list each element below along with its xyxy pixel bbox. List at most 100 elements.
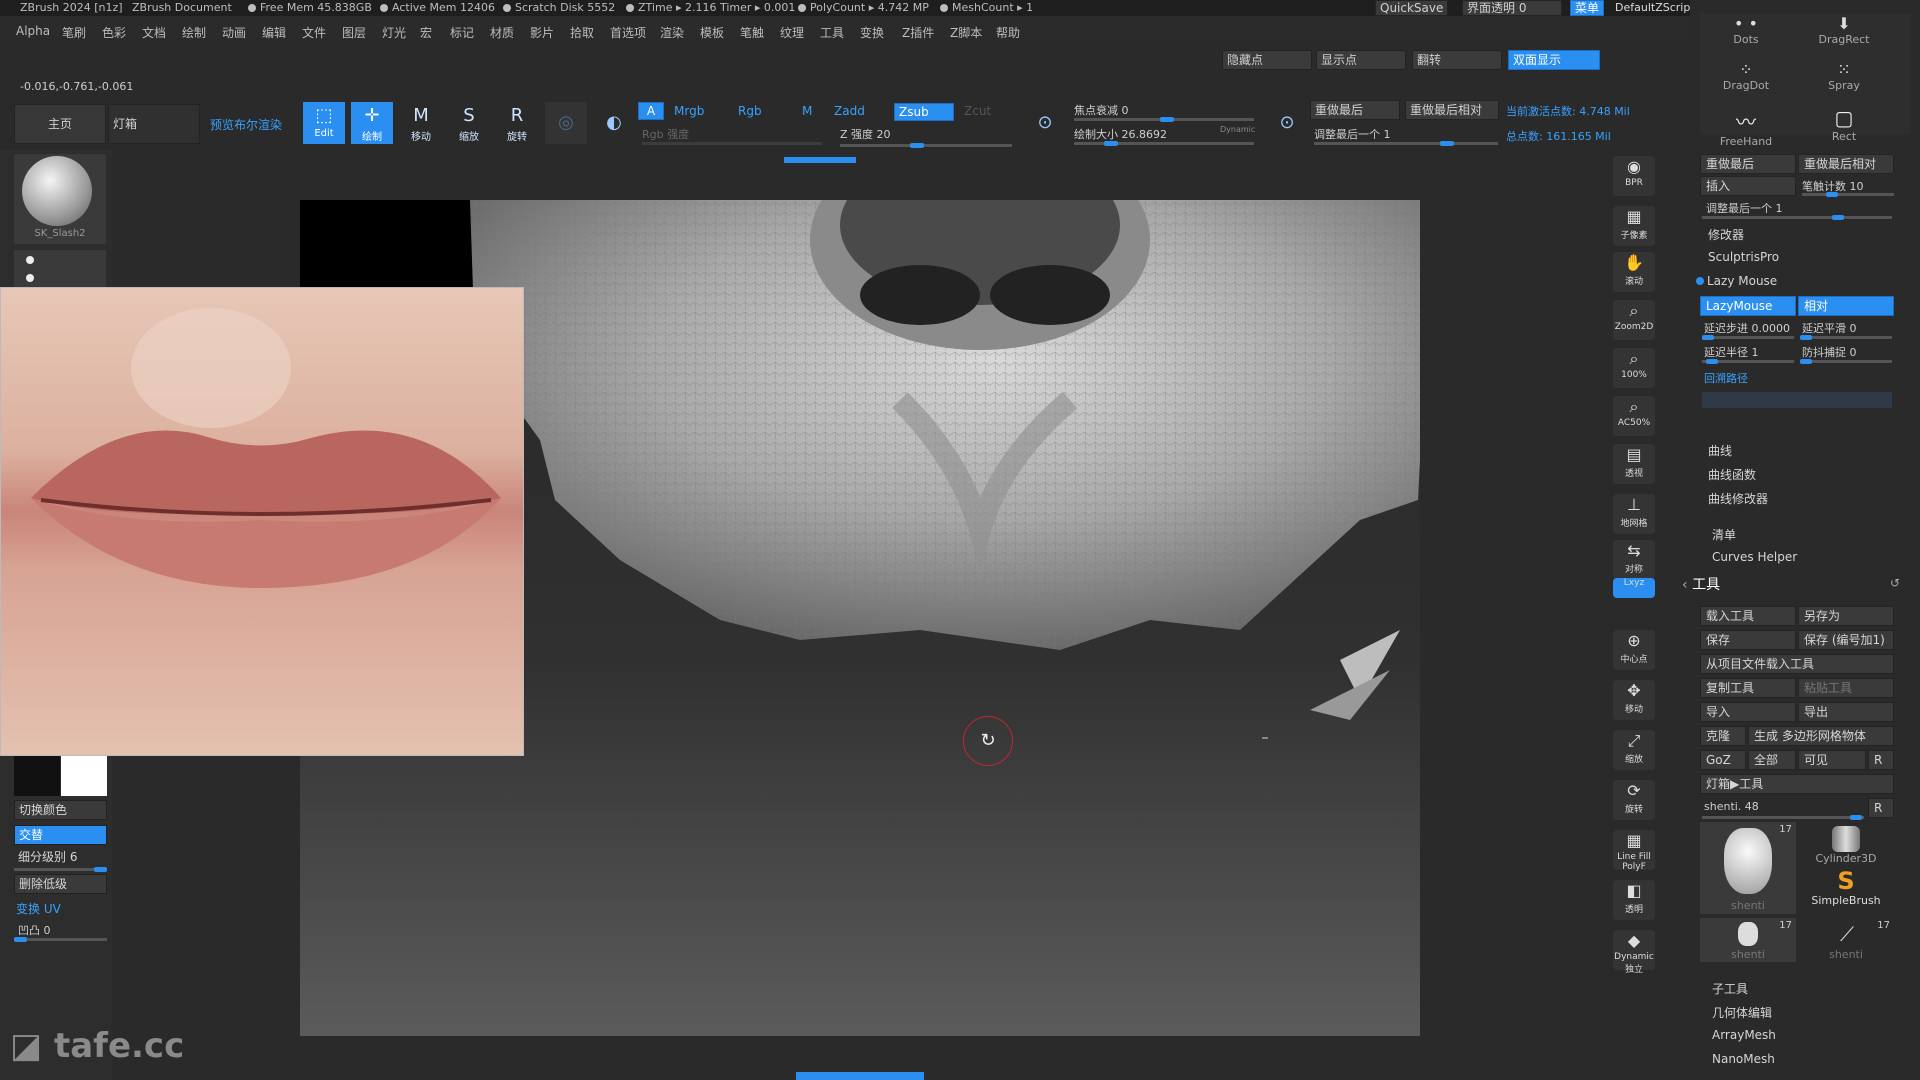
adjust-last-slider[interactable]: 调整最后一个 1: [1314, 126, 1391, 142]
backtrack-slider[interactable]: 防抖捕捉 0: [1802, 344, 1857, 360]
transform-uv-button[interactable]: 变换 UV: [16, 900, 61, 917]
menu-item[interactable]: 拾取: [570, 24, 594, 41]
rgb-intensity-slider[interactable]: Rgb 强度: [642, 126, 689, 142]
a-toggle[interactable]: A: [638, 102, 664, 120]
adjust-last-track-r[interactable]: [1702, 215, 1892, 220]
list-section[interactable]: 清单: [1712, 526, 1736, 543]
adjust-last-slider-r[interactable]: 调整最后一个 1: [1706, 200, 1783, 216]
stroke-dragdot[interactable]: ⁘ DragDot: [1700, 60, 1792, 102]
curve-functions-section[interactable]: 曲线函数: [1708, 466, 1756, 483]
make-polymesh-button[interactable]: 生成 多边形网格物体: [1748, 726, 1894, 746]
tab-home[interactable]: 主页: [14, 104, 106, 144]
curves-helper-section[interactable]: Curves Helper: [1712, 550, 1797, 564]
edit-mode-button[interactable]: ⬚ Edit: [303, 102, 345, 144]
secondary-color-swatch[interactable]: [61, 756, 107, 796]
menu-item[interactable]: 文件: [302, 24, 326, 41]
mrgb-toggle[interactable]: Mrgb: [674, 104, 704, 118]
flip-button[interactable]: 翻转: [1412, 50, 1502, 70]
save-as-button[interactable]: 另存为: [1798, 606, 1894, 626]
menu-item[interactable]: 渲染: [660, 24, 684, 41]
viewport-tool-8[interactable]: ⇆ 对称: [1613, 540, 1655, 580]
gizmo-button[interactable]: ◎: [545, 102, 587, 144]
viewport-tool-4[interactable]: ⌕ 100%: [1613, 348, 1655, 388]
z-intensity-track[interactable]: [840, 143, 1012, 148]
menu-item[interactable]: 首选项: [610, 24, 646, 41]
save-increment-button[interactable]: 保存 (编号加1): [1798, 630, 1894, 650]
goz-r-button[interactable]: R: [1868, 750, 1894, 770]
m-toggle[interactable]: M: [802, 104, 812, 118]
rotate-mode-button[interactable]: R 旋转: [496, 102, 538, 144]
geometry-edit-section[interactable]: 几何体编辑: [1712, 1004, 1772, 1021]
bump-slider[interactable]: 凹凸 0: [18, 922, 51, 938]
menu-item[interactable]: Z脚本: [950, 24, 982, 41]
menu-item[interactable]: 帮助: [996, 24, 1020, 41]
tool-thumb-simplebrush[interactable]: S SimpleBrush: [1798, 868, 1894, 914]
subtool-section[interactable]: 子工具: [1712, 980, 1748, 997]
menu-item[interactable]: 工具: [820, 24, 844, 41]
move-mode-button[interactable]: M 移动: [400, 102, 442, 144]
menu-item[interactable]: 绘制: [182, 24, 206, 41]
insert-button[interactable]: 插入: [1700, 176, 1796, 196]
stroke-count-track[interactable]: [1802, 192, 1894, 197]
viewport-tool-10[interactable]: ⊕ 中心点: [1613, 630, 1655, 670]
alternate-button[interactable]: 交替: [14, 825, 107, 845]
quicksave-button[interactable]: QuickSave: [1375, 0, 1449, 16]
focal-shift-track[interactable]: [1074, 117, 1254, 122]
menu-item[interactable]: 材质: [490, 24, 514, 41]
sculptris-pro-section[interactable]: SculptrisPro: [1708, 250, 1779, 264]
bump-track[interactable]: [14, 937, 107, 942]
load-tool-button[interactable]: 载入工具: [1700, 606, 1796, 626]
show-points-button[interactable]: 显示点: [1316, 50, 1406, 70]
bottom-shelf-handle[interactable]: [796, 1072, 924, 1080]
viewport-tool-11[interactable]: ✥ 移动: [1613, 680, 1655, 720]
stroke-dragrect[interactable]: ⬇ DragRect: [1798, 14, 1890, 56]
menu-item[interactable]: 纹理: [780, 24, 804, 41]
goz-visible-button[interactable]: 可见: [1798, 750, 1866, 770]
stroke-rect[interactable]: ▢ Rect: [1798, 106, 1890, 148]
menu-button[interactable]: 菜单: [1570, 0, 1605, 16]
lazy-step-slider[interactable]: 延迟步进 0.0000: [1704, 320, 1790, 336]
zsub-toggle[interactable]: Zsub: [894, 103, 954, 121]
tool-thumb-cylinder3d[interactable]: Cylinder3D: [1798, 822, 1894, 868]
load-from-project-button[interactable]: 从项目文件载入工具: [1700, 654, 1894, 674]
hide-points-button[interactable]: 隐藏点: [1222, 50, 1312, 70]
paste-tool-button[interactable]: 粘贴工具: [1798, 678, 1894, 698]
stroke-dots[interactable]: • • Dots: [1700, 14, 1792, 56]
tab-lightbox[interactable]: 灯箱: [108, 104, 200, 144]
draw-mode-button[interactable]: ✛ 绘制: [351, 102, 393, 144]
redo-last-relative-button-r[interactable]: 重做最后相对: [1798, 154, 1894, 174]
current-tool-track[interactable]: [1702, 815, 1864, 820]
draw-size-slider[interactable]: 绘制大小 26.8692: [1074, 126, 1167, 142]
interface-transparency-slider[interactable]: 界面透明 0: [1462, 0, 1562, 16]
stroke-slot[interactable]: [14, 250, 106, 288]
subdiv-level-track[interactable]: [14, 867, 107, 872]
lazy-step-track[interactable]: [1702, 335, 1794, 340]
export-button[interactable]: 导出: [1798, 702, 1894, 722]
menu-item[interactable]: 笔刷: [62, 24, 86, 41]
viewport-tool-16[interactable]: ◆ Dynamic 独立: [1613, 930, 1655, 975]
viewport-tool-0[interactable]: ◉ BPR: [1613, 156, 1655, 196]
focal-shift-icon[interactable]: ⊙: [1024, 102, 1066, 144]
rgb-toggle[interactable]: Rgb: [738, 104, 762, 118]
redo-last-relative-button[interactable]: 重做最后相对: [1405, 100, 1499, 120]
viewport-tool-6[interactable]: ▤ 透视: [1613, 444, 1655, 484]
draw-size-track[interactable]: [1074, 141, 1254, 146]
menu-item[interactable]: 宏: [420, 24, 432, 41]
switch-color-button[interactable]: 切换颜色: [14, 800, 107, 820]
curve-modifiers-section[interactable]: 曲线修改器: [1708, 490, 1768, 507]
viewport-tool-15[interactable]: ◧ 透明: [1613, 880, 1655, 920]
zadd-toggle[interactable]: Zadd: [834, 104, 865, 118]
scale-mode-button[interactable]: S 缩放: [448, 102, 490, 144]
lazy-smooth-track[interactable]: [1800, 335, 1892, 340]
goz-button[interactable]: GoZ: [1700, 750, 1746, 770]
menu-item[interactable]: 动画: [222, 24, 246, 41]
z-intensity-slider[interactable]: Z 强度 20: [840, 126, 891, 142]
menu-item[interactable]: 标记: [450, 24, 474, 41]
viewport-tool-5[interactable]: ⌕ AC50%: [1613, 396, 1655, 436]
viewport-tool-9[interactable]: ⌖Lxyz: [1613, 578, 1655, 598]
save-button[interactable]: 保存: [1700, 630, 1796, 650]
goz-all-button[interactable]: 全部: [1748, 750, 1796, 770]
curve-section[interactable]: 曲线: [1708, 442, 1732, 459]
lazymouse-toggle[interactable]: LazyMouse: [1700, 296, 1796, 316]
menu-item[interactable]: 模板: [700, 24, 724, 41]
